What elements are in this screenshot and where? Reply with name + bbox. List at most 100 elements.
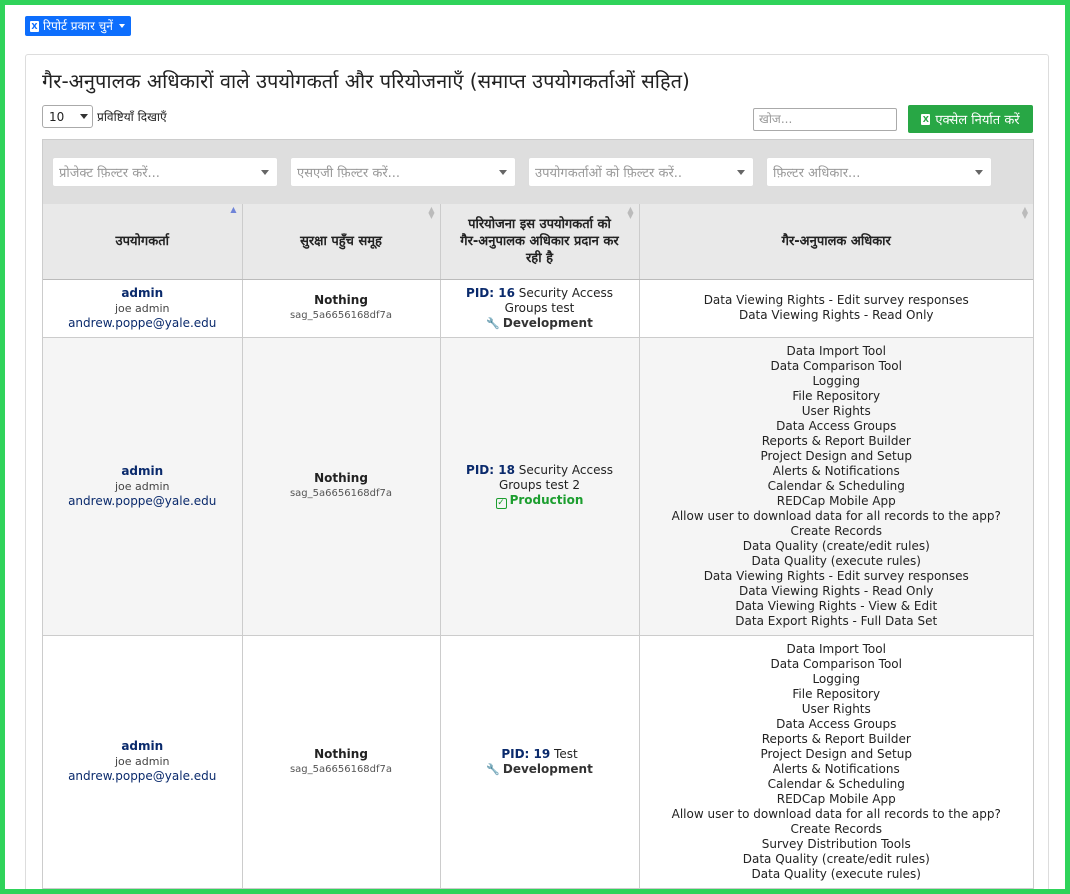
project-pid: PID: 18 xyxy=(466,463,515,477)
project-link[interactable]: PID: 19 Test xyxy=(445,747,635,762)
sag-filter-placeholder: एसएजी फ़िल्टर करें... xyxy=(297,166,401,181)
rights-table: प्रोजेक्ट फ़िल्टर करें... एसएजी फ़िल्टर … xyxy=(42,139,1034,890)
table-row: admin joe admin andrew.poppe@yale.edu Nothi… xyxy=(43,279,1033,338)
user-fullname: joe admin xyxy=(114,755,170,768)
right-item: Reports & Report Builder xyxy=(761,731,911,746)
right-item: Create Records xyxy=(790,523,882,538)
right-item: Logging xyxy=(812,373,861,388)
right-item: Project Design and Setup xyxy=(760,746,912,761)
project-pid: PID: 19 xyxy=(501,746,551,761)
project-cell: PID: 16 Security Access Groups test 🔧 Deve… xyxy=(440,279,640,338)
right-item: User Rights xyxy=(801,403,871,418)
entries-length-value: 10 xyxy=(49,109,65,124)
right-item: Data Quality (create/edit rules) xyxy=(742,538,930,553)
right-item: Data Viewing Rights - View & Edit xyxy=(735,598,938,613)
col-header-user[interactable]: ▲ उपयोगकर्ता xyxy=(43,204,243,280)
rights-cell: Data Import Tool Data Comparison Tool Logg… xyxy=(639,635,1033,889)
right-item: Data Import Tool xyxy=(786,641,886,656)
username-link[interactable]: admin xyxy=(47,464,238,479)
sag-name: Nothing xyxy=(314,471,368,485)
project-filter-placeholder: प्रोजेक्ट फ़िल्टर करें... xyxy=(59,166,160,181)
entries-length-select[interactable]: 10 xyxy=(42,105,93,128)
right-item: Allow user to download data for all reco… xyxy=(671,806,1001,821)
project-link[interactable]: PID: 18 Security Access Groups test 2 xyxy=(445,463,635,493)
chevron-down-icon xyxy=(261,169,269,175)
project-pid: PID: 16 xyxy=(466,285,515,300)
right-item: Data Access Groups xyxy=(776,716,897,731)
col-header-user-label: उपयोगकर्ता xyxy=(115,233,170,249)
user-filter-placeholder: उपयोगकर्ताओं को फ़िल्टर करें.. xyxy=(535,166,683,181)
check-square-icon: ✓ xyxy=(495,498,507,509)
user-email[interactable]: andrew.poppe@yale.edu xyxy=(47,769,238,784)
report-card: गैर-अनुपालक अधिकारों वाले उपयोगकर्ता और … xyxy=(25,54,1049,894)
project-name: Test xyxy=(554,746,578,761)
rights-filter-placeholder: फ़िल्टर अधिकार... xyxy=(773,166,861,181)
report-type-button[interactable]: X रिपोर्ट प्रकार चुनें xyxy=(25,16,131,36)
user-fullname: joe admin xyxy=(114,301,170,315)
right-item: Data Quality (execute rules) xyxy=(751,553,921,568)
col-header-project-label: परियोजना इस उपयोगकर्ता को गैर-अनुपालक अध… xyxy=(460,216,619,266)
right-item: Alerts & Notifications xyxy=(772,761,900,776)
right-item: Create Records xyxy=(790,821,882,836)
rights-cell: Data Import Tool Data Comparison Tool Logg… xyxy=(639,337,1033,636)
sag-filter[interactable]: एसएजी फ़िल्टर करें... xyxy=(290,157,516,187)
sag-name: Nothing xyxy=(314,746,368,761)
username-link[interactable]: admin xyxy=(47,739,238,754)
length-control: 10 प्रविष्टियाँ दिखाएँ xyxy=(42,105,167,128)
user-email[interactable]: andrew.poppe@yale.edu xyxy=(47,494,238,509)
page-title: गैर-अनुपालक अधिकारों वाले उपयोगकर्ता और … xyxy=(42,69,690,93)
project-cell: PID: 18 Security Access Groups test 2 ✓ Pr… xyxy=(440,337,640,636)
wrench-icon: 🔧 xyxy=(486,762,500,776)
export-label: एक्सेल निर्यात करें xyxy=(935,113,1020,128)
project-filter[interactable]: प्रोजेक्ट फ़िल्टर करें... xyxy=(52,157,278,187)
project-status: 🔧 Development xyxy=(445,316,635,331)
search-placeholder: खोज... xyxy=(759,112,793,126)
col-header-project[interactable]: ▲ ▼ परियोजना इस उपयोगकर्ता को गैर-अनुपालक … xyxy=(440,204,640,280)
search-input[interactable]: खोज... xyxy=(753,108,897,131)
user-cell: admin joe admin andrew.poppe@yale.edu xyxy=(43,337,243,636)
right-item: Data Export Rights - Full Data Set xyxy=(735,613,938,628)
right-item: Data Quality (execute rules) xyxy=(751,866,921,881)
sag-id: sag_5a6656168df7a xyxy=(289,310,393,321)
right-item: Data Import Tool xyxy=(786,343,886,358)
right-item: REDCap Mobile App xyxy=(776,791,896,806)
user-cell: admin joe admin andrew.poppe@yale.edu xyxy=(43,279,243,338)
user-filter[interactable]: उपयोगकर्ताओं को फ़िल्टर करें.. xyxy=(528,157,754,187)
chevron-down-icon xyxy=(975,169,983,175)
chevron-down-icon xyxy=(499,169,507,175)
project-status: ✓ Production xyxy=(445,493,635,509)
project-name: Security Access Groups test 2 xyxy=(498,463,613,492)
entries-length-label: प्रविष्टियाँ दिखाएँ xyxy=(97,110,167,124)
col-header-sag[interactable]: ▲ ▼ सुरक्षा पहुँच समूह xyxy=(242,204,441,280)
chevron-down-icon xyxy=(737,169,745,175)
caret-down-icon xyxy=(118,24,125,28)
table-row: admin joe admin andrew.poppe@yale.edu Nothi… xyxy=(43,337,1033,636)
data-table: ▲ उपयोगकर्ता ▲ ▼ सुरक्षा पहुँच समूह ▲ ▼ परियो… xyxy=(43,204,1033,889)
col-header-rights[interactable]: ▲ ▼ गैर-अनुपालक अधिकार xyxy=(639,204,1033,280)
rights-filter[interactable]: फ़िल्टर अधिकार... xyxy=(766,157,992,187)
sort-icon: ▲ ▼ xyxy=(428,205,435,220)
right-item: Data Access Groups xyxy=(776,418,897,433)
user-email[interactable]: andrew.poppe@yale.edu xyxy=(47,316,238,331)
right-item: Alerts & Notifications xyxy=(772,463,900,478)
project-cell: PID: 19 Test 🔧 Development xyxy=(440,635,640,889)
right-item: Logging xyxy=(812,671,861,686)
chevron-down-icon xyxy=(80,114,88,119)
right-item: Data Comparison Tool xyxy=(770,656,902,671)
filter-row: प्रोजेक्ट फ़िल्टर करें... एसएजी फ़िल्टर … xyxy=(43,140,1033,204)
right-item: Data Comparison Tool xyxy=(770,358,902,373)
right-item: Data Quality (create/edit rules) xyxy=(742,851,930,866)
username-link[interactable]: admin xyxy=(47,286,238,301)
sag-id: sag_5a6656168df7a xyxy=(289,488,393,499)
rights-cell: Data Viewing Rights - Edit survey respon… xyxy=(639,279,1033,338)
project-link[interactable]: PID: 16 Security Access Groups test xyxy=(445,286,635,316)
sag-id: sag_5a6656168df7a xyxy=(289,763,393,775)
export-excel-button[interactable]: X एक्सेल निर्यात करें xyxy=(908,105,1033,133)
right-item: Calendar & Scheduling xyxy=(767,776,905,791)
right-item: Data Viewing Rights - Read Only xyxy=(738,583,934,598)
right-item: Data Viewing Rights - Read Only xyxy=(738,308,934,322)
project-name: Security Access Groups test xyxy=(504,285,613,315)
right-item: Data Viewing Rights - Edit survey respon… xyxy=(703,568,969,583)
excel-file-icon: X xyxy=(921,113,931,125)
right-item: Calendar & Scheduling xyxy=(767,478,905,493)
